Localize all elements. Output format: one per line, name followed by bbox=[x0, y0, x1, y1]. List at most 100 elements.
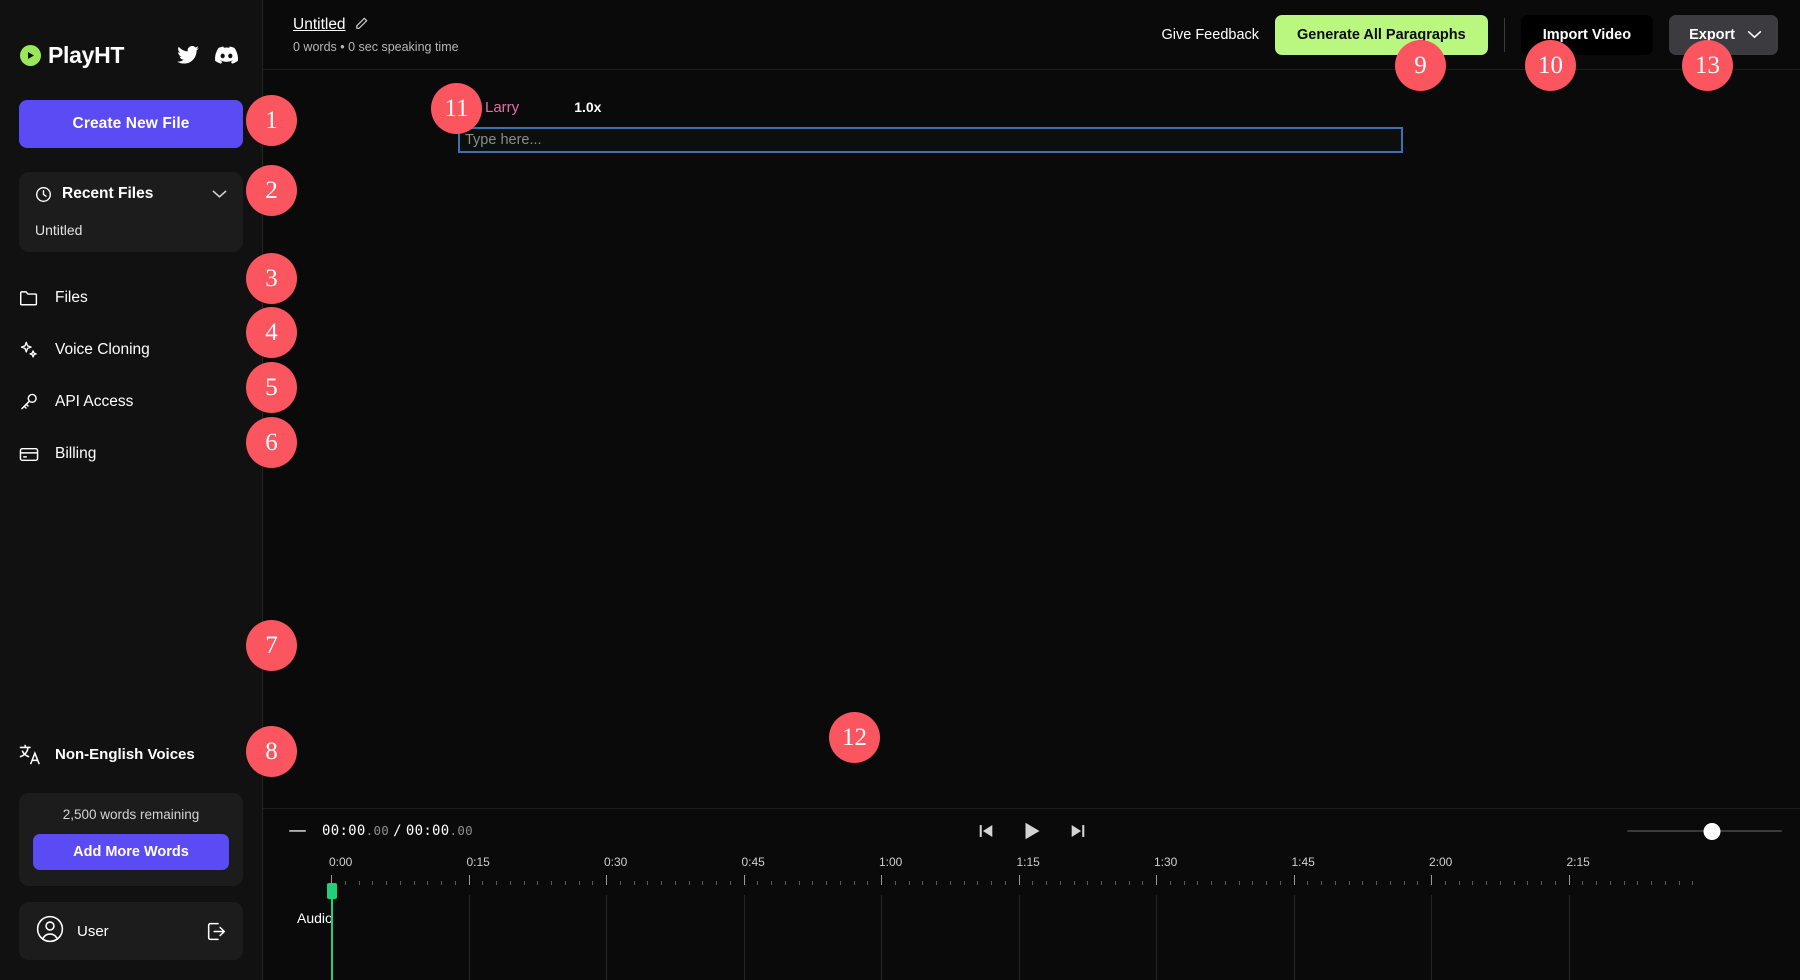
ruler-tick-minor bbox=[757, 881, 758, 885]
voice-name[interactable]: Larry bbox=[485, 99, 519, 116]
ruler-tick-minor bbox=[771, 881, 772, 885]
ruler-tick-minor bbox=[1129, 881, 1130, 885]
sidebar-item-api-access[interactable]: API Access bbox=[0, 376, 262, 428]
ruler-tick-minor bbox=[1005, 881, 1006, 885]
ruler-tick-major bbox=[1569, 875, 1570, 885]
ruler-tick-major bbox=[606, 875, 607, 885]
ruler-tick-minor bbox=[895, 881, 896, 885]
recent-files-card: Recent Files Untitled bbox=[19, 172, 243, 252]
sidebar-item-label: Voice Cloning bbox=[55, 341, 150, 359]
ruler-tick-major bbox=[1156, 875, 1157, 885]
ruler-tick-major bbox=[469, 875, 470, 885]
sidebar-item-label: Files bbox=[55, 289, 88, 307]
discord-icon[interactable] bbox=[215, 46, 238, 64]
paragraph-text-input[interactable] bbox=[458, 127, 1403, 153]
skip-forward-icon[interactable] bbox=[1069, 822, 1087, 840]
ruler-tick-minor bbox=[1527, 881, 1528, 885]
sidebar-item-files[interactable]: Files bbox=[0, 272, 262, 324]
give-feedback-link[interactable]: Give Feedback bbox=[1161, 27, 1259, 43]
recent-file-item[interactable]: Untitled bbox=[19, 216, 243, 238]
export-button[interactable]: Export bbox=[1669, 15, 1778, 55]
ruler-tick-minor bbox=[482, 881, 483, 885]
user-circle-icon bbox=[35, 914, 65, 949]
timeline-grid-line bbox=[1156, 895, 1157, 980]
ruler-tick-minor bbox=[1197, 881, 1198, 885]
paragraph-header: Larry 1.0x bbox=[458, 96, 1800, 118]
ruler-tick-minor bbox=[1101, 881, 1102, 885]
playhead[interactable] bbox=[331, 883, 333, 980]
play-icon[interactable] bbox=[1021, 820, 1043, 842]
speaker-person-icon[interactable] bbox=[458, 96, 476, 118]
zoom-slider-knob[interactable] bbox=[1704, 823, 1721, 840]
timeline-zoom-slider[interactable] bbox=[1627, 821, 1782, 841]
ruler-label: 1:15 bbox=[1017, 855, 1040, 869]
sidebar-nav: Files Voice Cloning API Access bbox=[0, 272, 262, 480]
twitter-icon[interactable] bbox=[177, 46, 199, 64]
ruler-tick-major bbox=[1294, 875, 1295, 885]
playhead-handle[interactable] bbox=[327, 883, 337, 899]
ruler-tick-minor bbox=[1362, 881, 1363, 885]
current-frames: .00 bbox=[366, 823, 389, 838]
sidebar-spacer bbox=[0, 480, 262, 731]
ruler-label: 1:30 bbox=[1154, 855, 1177, 869]
ruler-tick-minor bbox=[1692, 881, 1693, 885]
timeline-grid-line bbox=[469, 895, 470, 980]
track-label: Audio bbox=[289, 910, 359, 926]
ruler-label: 0:45 bbox=[742, 855, 765, 869]
ruler-tick-minor bbox=[1596, 881, 1597, 885]
ruler-tick-minor bbox=[524, 881, 525, 885]
recent-files-header[interactable]: Recent Files bbox=[19, 172, 243, 216]
ruler-tick-minor bbox=[922, 881, 923, 885]
ruler-tick-minor bbox=[936, 881, 937, 885]
logout-icon[interactable] bbox=[206, 921, 227, 942]
skip-back-icon[interactable] bbox=[977, 822, 995, 840]
credit-card-icon bbox=[19, 446, 43, 463]
ruler-tick-minor bbox=[1486, 881, 1487, 885]
ruler-label: 2:15 bbox=[1567, 855, 1590, 869]
timeline-tracks: Audio bbox=[289, 895, 1800, 980]
ruler-tick-minor bbox=[785, 881, 786, 885]
ruler-label: 0:00 bbox=[329, 855, 352, 869]
ruler-tick-minor bbox=[1225, 881, 1226, 885]
chevron-down-icon bbox=[1747, 27, 1762, 43]
timeline-ruler[interactable]: 0:000:150:300:451:001:151:301:452:002:15 bbox=[289, 853, 1800, 895]
ruler-tick-minor bbox=[1376, 881, 1377, 885]
sidebar-item-billing[interactable]: Billing bbox=[0, 428, 262, 480]
paragraph-editor: Larry 1.0x bbox=[263, 70, 1800, 808]
timecode-separator: / bbox=[393, 823, 402, 839]
speed-value[interactable]: 1.0x bbox=[574, 99, 601, 115]
pencil-edit-icon[interactable] bbox=[355, 16, 369, 35]
ruler-tick-minor bbox=[799, 881, 800, 885]
ruler-tick-minor bbox=[647, 881, 648, 885]
sidebar-item-voice-cloning[interactable]: Voice Cloning bbox=[0, 324, 262, 376]
document-title-row: Untitled bbox=[293, 16, 459, 35]
user-card[interactable]: User bbox=[19, 902, 243, 960]
ruler-tick-minor bbox=[1404, 881, 1405, 885]
sidebar-item-label: Billing bbox=[55, 445, 96, 463]
transport-bar: 00:00.00/00:00.00 bbox=[263, 809, 1800, 853]
ruler-tick-minor bbox=[441, 881, 442, 885]
ruler-tick-minor bbox=[1349, 881, 1350, 885]
ruler-tick-minor bbox=[1184, 881, 1185, 885]
timecode-display: 00:00.00/00:00.00 bbox=[322, 823, 473, 839]
minus-icon[interactable] bbox=[289, 830, 306, 833]
ruler-tick-minor bbox=[702, 881, 703, 885]
ruler-tick-minor bbox=[372, 881, 373, 885]
import-video-button[interactable]: Import Video bbox=[1521, 15, 1653, 55]
ruler-tick-minor bbox=[1459, 881, 1460, 885]
ruler-tick-minor bbox=[661, 881, 662, 885]
ruler-tick-minor bbox=[345, 881, 346, 885]
ruler-tick-minor bbox=[840, 881, 841, 885]
track-row-audio[interactable]: Audio bbox=[289, 895, 1800, 941]
ruler-label: 0:30 bbox=[604, 855, 627, 869]
document-title[interactable]: Untitled bbox=[293, 16, 346, 34]
create-new-file-button[interactable]: Create New File bbox=[19, 100, 243, 148]
play-circle-icon bbox=[20, 45, 41, 66]
ruler-tick-minor bbox=[1582, 881, 1583, 885]
ruler-tick-minor bbox=[1472, 881, 1473, 885]
generate-all-paragraphs-button[interactable]: Generate All Paragraphs bbox=[1275, 15, 1488, 55]
sidebar-item-non-english-voices[interactable]: Non-English Voices bbox=[0, 731, 262, 777]
timeline-panel: 00:00.00/00:00.00 bbox=[263, 808, 1800, 980]
chevron-down-icon[interactable] bbox=[212, 189, 227, 199]
add-more-words-button[interactable]: Add More Words bbox=[33, 834, 229, 870]
